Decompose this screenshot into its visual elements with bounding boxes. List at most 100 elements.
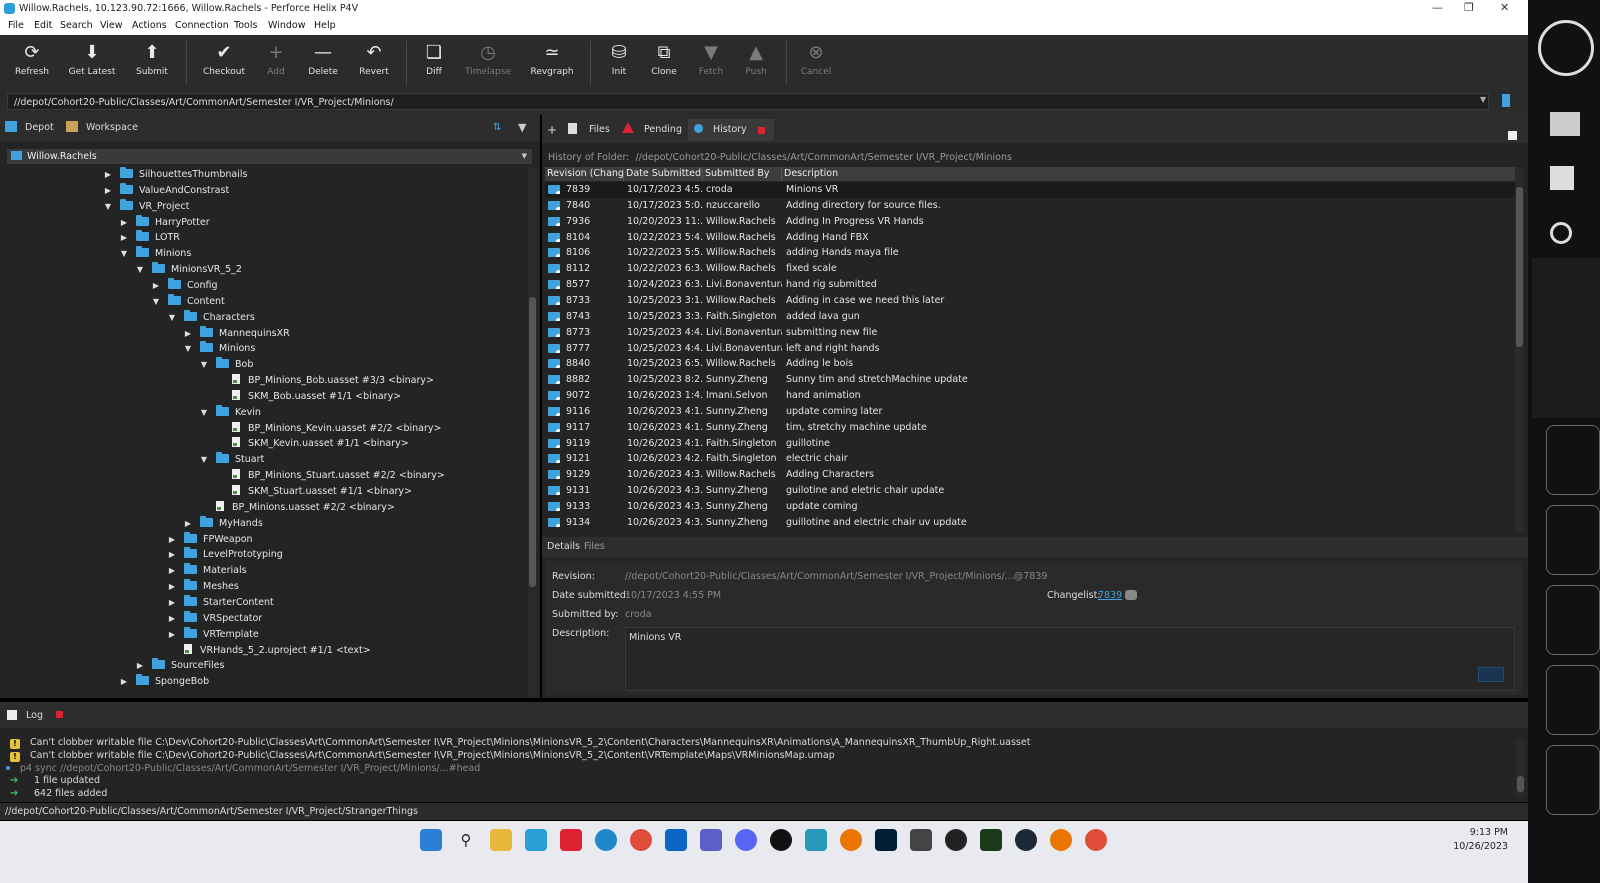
chevron-down-icon[interactable]: ▼	[1480, 95, 1486, 104]
tree-folder-item[interactable]: ▼ Characters	[166, 309, 255, 326]
table-row[interactable]: 9129 10/26/2023 4:3... Willow.Rachels Addin…	[545, 467, 1515, 483]
search-app-icon[interactable]	[945, 829, 967, 851]
table-row[interactable]: 9119 10/26/2023 4:1... Faith.Singleton guil…	[545, 436, 1515, 452]
tree-file-item[interactable]: SKM_Stuart.uasset #1/1 <binary>	[214, 484, 412, 500]
expand-arrow-right-icon[interactable]: ▶	[102, 167, 114, 183]
close-icon[interactable]: ✕	[1500, 1, 1509, 14]
tree-folder-item[interactable]: ▶ SpongeBob	[118, 674, 209, 690]
revert-button[interactable]: ↶ Revert	[348, 39, 400, 87]
table-row[interactable]: 8106 10/22/2023 5:5... Willow.Rachels addin…	[545, 245, 1515, 261]
blender-icon[interactable]	[840, 829, 862, 851]
table-row[interactable]: 8112 10/22/2023 6:3... Willow.Rachels fixed…	[545, 261, 1515, 277]
expand-arrow-right-icon[interactable]: ▶	[118, 215, 130, 231]
p4v-icon[interactable]	[560, 829, 582, 851]
tab-workspace[interactable]: Workspace	[66, 119, 138, 137]
column-submitted-by[interactable]: Submitted By	[703, 167, 782, 181]
add-button[interactable]: + Add	[250, 39, 302, 87]
table-row[interactable]: 9072 10/26/2023 1:4... Imani.Selvon hand an…	[545, 388, 1515, 404]
changelist-menu-icon[interactable]	[1125, 590, 1137, 600]
tree-folder-item[interactable]: ▼ Bob	[198, 357, 253, 373]
expand-arrow-down-icon[interactable]: ▼	[182, 341, 194, 357]
table-row[interactable]: 7936 10/20/2023 11:... Willow.Rachels Addin…	[545, 214, 1515, 230]
expand-arrow-right-icon[interactable]: ▶	[166, 547, 178, 563]
expand-arrow-down-icon[interactable]: ▼	[118, 246, 130, 262]
tree-file-item[interactable]: BP_Minions.uasset #2/2 <binary>	[198, 500, 395, 516]
tree-scrollbar[interactable]	[528, 167, 537, 697]
tab-detail-files[interactable]: Files	[584, 541, 605, 552]
expand-arrow-right-icon[interactable]: ▶	[134, 658, 146, 674]
tree-folder-item[interactable]: ▶ Config	[150, 277, 217, 294]
expand-arrow-right-icon[interactable]: ▶	[166, 563, 178, 579]
refresh-button[interactable]: ⟳ Refresh	[6, 39, 58, 87]
expand-arrow-down-icon[interactable]: ▼	[134, 262, 146, 278]
description-box[interactable]: Minions VR	[625, 627, 1515, 691]
pane-options-icon[interactable]	[1508, 131, 1517, 140]
tree-folder-item[interactable]: ▶ VRTemplate	[166, 626, 259, 643]
checkout-button[interactable]: ✔ Checkout	[198, 39, 250, 87]
diff-button[interactable]: ❏ Diff	[408, 39, 460, 87]
tree-folder-item[interactable]: ▼ VR_Project	[102, 198, 189, 215]
menu-actions[interactable]: Actions	[132, 20, 167, 31]
tree-folder-item[interactable]: ▼ MinionsVR_5_2	[134, 262, 242, 278]
file-explorer-icon[interactable]	[490, 829, 512, 851]
table-row[interactable]: 8733 10/25/2023 3:1... Willow.Rachels Addin…	[545, 293, 1515, 309]
expand-arrow-down-icon[interactable]: ▼	[166, 310, 178, 326]
tree-folder-item[interactable]: ▶ Meshes	[166, 579, 239, 595]
minimize-icon[interactable]: —	[1432, 1, 1443, 14]
menu-connection[interactable]: Connection	[175, 20, 229, 31]
table-row[interactable]: 8882 10/25/2023 8:2... Sunny.Zheng Sunny ti…	[545, 372, 1515, 388]
tree-folder-item[interactable]: ▶ Materials	[166, 563, 247, 579]
tree-folder-item[interactable]: ▶ StarterContent	[166, 594, 274, 611]
delete-button[interactable]: — Delete	[297, 39, 349, 87]
tree-folder-item[interactable]: ▼ Minions	[118, 246, 191, 262]
table-row[interactable]: 9117 10/26/2023 4:1... Sunny.Zheng tim, str…	[545, 420, 1515, 436]
tree-folder-item[interactable]: ▼ Kevin	[198, 404, 261, 421]
scrollbar-thumb[interactable]	[1516, 187, 1523, 347]
maya-icon[interactable]	[805, 829, 827, 851]
scrollbar-thumb[interactable]	[1517, 776, 1524, 792]
tree-folder-item[interactable]: ▶ ValueAndConstrast	[102, 182, 229, 199]
expand-arrow-right-icon[interactable]: ▶	[166, 595, 178, 611]
outlook-icon[interactable]	[665, 829, 687, 851]
table-row[interactable]: 7839 10/17/2023 4:5... croda Minions VR	[545, 182, 1515, 198]
tree-file-item[interactable]: BP_Minions_Stuart.uasset #2/2 <binary>	[214, 468, 445, 484]
tree-folder-item[interactable]: ▶ HarryPotter	[118, 214, 210, 231]
expand-arrow-down-icon[interactable]: ▼	[150, 294, 162, 310]
column-revision[interactable]: Revision (Chang	[545, 167, 624, 181]
table-row[interactable]: 9131 10/26/2023 4:3... Sunny.Zheng guilotin…	[545, 483, 1515, 499]
table-row[interactable]: 8577 10/24/2023 6:3... Livi.Bonaventura han…	[545, 277, 1515, 293]
expand-arrow-right-icon[interactable]: ▶	[150, 278, 162, 294]
close-log-icon[interactable]	[56, 711, 63, 718]
changelist-link[interactable]: 7839	[1098, 590, 1122, 601]
painter-icon[interactable]	[980, 829, 1002, 851]
cancel-button[interactable]: ⊗ Cancel	[790, 39, 842, 87]
menu-search[interactable]: Search	[60, 20, 93, 31]
expand-arrow-right-icon[interactable]: ▶	[166, 532, 178, 548]
menu-file[interactable]: File	[8, 20, 24, 31]
teams-icon[interactable]	[700, 829, 722, 851]
maximize-icon[interactable]: ❐	[1464, 1, 1474, 14]
tab-files[interactable]: Files	[568, 121, 610, 139]
table-row[interactable]: 8773 10/25/2023 4:4... Livi.Bonaventura sub…	[545, 325, 1515, 341]
sort-icon[interactable]: ⇅	[493, 122, 501, 133]
workspace-selector[interactable]: Willow.Rachels ▼	[7, 149, 532, 164]
menu-view[interactable]: View	[100, 20, 123, 31]
bookmark-icon[interactable]	[1502, 94, 1510, 107]
tab-depot[interactable]: Depot	[5, 119, 54, 137]
expand-arrow-down-icon[interactable]: ▼	[102, 199, 114, 215]
search-icon[interactable]: ⚲	[455, 829, 477, 851]
depot-path-input[interactable]: //depot/Cohort20-Public/Classes/Art/Comm…	[7, 93, 1489, 110]
column-description[interactable]: Description	[782, 167, 1515, 181]
log-scrollbar[interactable]	[1516, 738, 1525, 798]
revgraph-button[interactable]: ≃ Revgraph	[526, 39, 578, 87]
timelapse-button[interactable]: ◷ Timelapse	[462, 39, 514, 87]
tree-file-item[interactable]: VRHands_5_2.uproject #1/1 <text>	[166, 643, 371, 659]
chrome-profile-icon[interactable]	[1085, 829, 1107, 851]
close-tab-icon[interactable]	[758, 127, 765, 134]
tree-folder-item[interactable]: ▶ SourceFiles	[134, 658, 224, 674]
tree-file-item[interactable]: BP_Minions_Kevin.uasset #2/2 <binary>	[214, 421, 442, 437]
tree-file-item[interactable]: BP_Minions_Bob.uasset #3/3 <binary>	[214, 373, 434, 389]
push-button[interactable]: ▲ Push	[730, 39, 782, 87]
filter-icon[interactable]: ▼	[518, 121, 526, 134]
tree-folder-item[interactable]: ▶ LOTR	[118, 230, 180, 246]
